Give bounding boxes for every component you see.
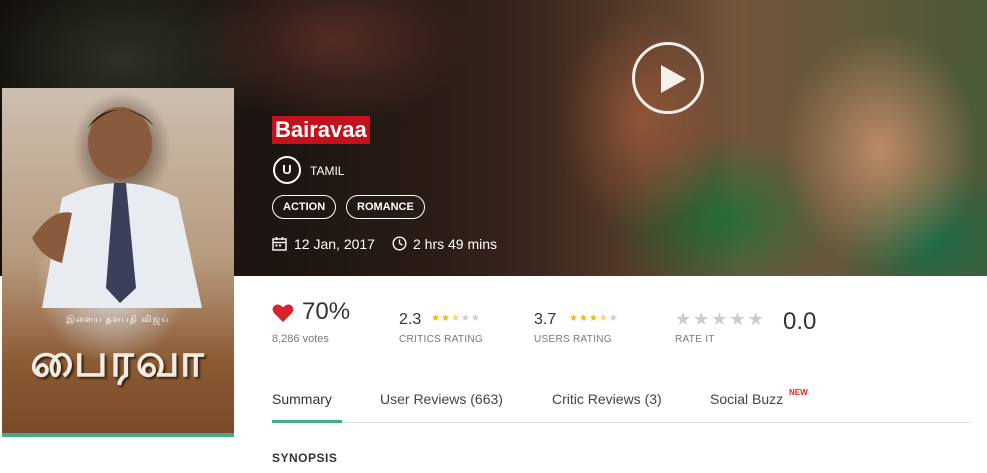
users-rating-label: USERS RATING: [534, 334, 612, 345]
movie-page: இளைய தளபதி விஜய் பைரவா Bairavaa U TAMIL …: [0, 0, 987, 473]
calendar-icon: [272, 237, 287, 251]
movie-title: Bairavaa: [272, 116, 370, 144]
star-icon: ★: [440, 313, 451, 324]
star-half-icon: ★: [450, 313, 461, 324]
play-trailer-button[interactable]: [632, 42, 704, 114]
rate-it-value: 0.0: [783, 308, 817, 335]
critics-rating-label: CRITICS RATING: [399, 334, 484, 345]
movie-language: TAMIL: [310, 164, 345, 178]
star-icon: ★: [460, 313, 471, 324]
critics-rating-value: 2.3: [399, 311, 422, 328]
active-tab-indicator: [272, 420, 342, 423]
users-rating-stars: ★★★★★: [569, 313, 619, 324]
star-icon: ★: [588, 313, 599, 324]
vote-count: 8,286 votes: [272, 333, 329, 345]
release-date: 12 Jan, 2017: [294, 236, 375, 252]
heart-icon: [272, 304, 294, 322]
poster-title: பைரவா: [30, 333, 206, 387]
new-badge: NEW: [789, 388, 808, 397]
duration: 2 hrs 49 mins: [413, 236, 498, 252]
tab-user-reviews[interactable]: User Reviews (663): [380, 391, 503, 407]
clock-icon: [392, 236, 407, 251]
star-icon[interactable]: ★: [675, 309, 693, 329]
synopsis-heading: SYNOPSIS: [272, 451, 338, 465]
star-icon[interactable]: ★: [729, 309, 747, 329]
certificate-badge: U: [273, 156, 301, 184]
star-icon[interactable]: ★: [711, 309, 729, 329]
tab-critic-reviews[interactable]: Critic Reviews (3): [552, 391, 662, 407]
star-icon: ★: [470, 313, 481, 324]
play-icon: [661, 65, 686, 93]
audience-score: 70%: [302, 298, 351, 325]
star-icon[interactable]: ★: [748, 309, 766, 329]
poster-figure: [32, 107, 202, 308]
genre-tag-romance[interactable]: ROMANCE: [346, 195, 425, 219]
poster-credit-line: இளைய தளபதி விஜய்: [66, 314, 170, 324]
star-icon: ★: [608, 313, 619, 324]
star-icon: ★: [569, 313, 579, 324]
tab-social-buzz[interactable]: Social Buzz: [710, 391, 783, 407]
rate-it-label: RATE IT: [675, 334, 715, 345]
tab-summary[interactable]: Summary: [272, 391, 332, 407]
star-icon: ★: [578, 313, 589, 324]
critics-rating-stars: ★★★★★: [431, 313, 481, 324]
star-icon[interactable]: ★: [693, 309, 711, 329]
movie-poster: இளைய தளபதி விஜய் பைரவா: [2, 88, 234, 437]
star-icon: ★: [431, 313, 441, 324]
star-half-icon: ★: [598, 313, 609, 324]
users-rating-value: 3.7: [534, 311, 557, 328]
rate-it-stars[interactable]: ★★★★★: [675, 309, 766, 330]
genre-tag-action[interactable]: ACTION: [272, 195, 337, 219]
tab-divider: [272, 422, 971, 423]
